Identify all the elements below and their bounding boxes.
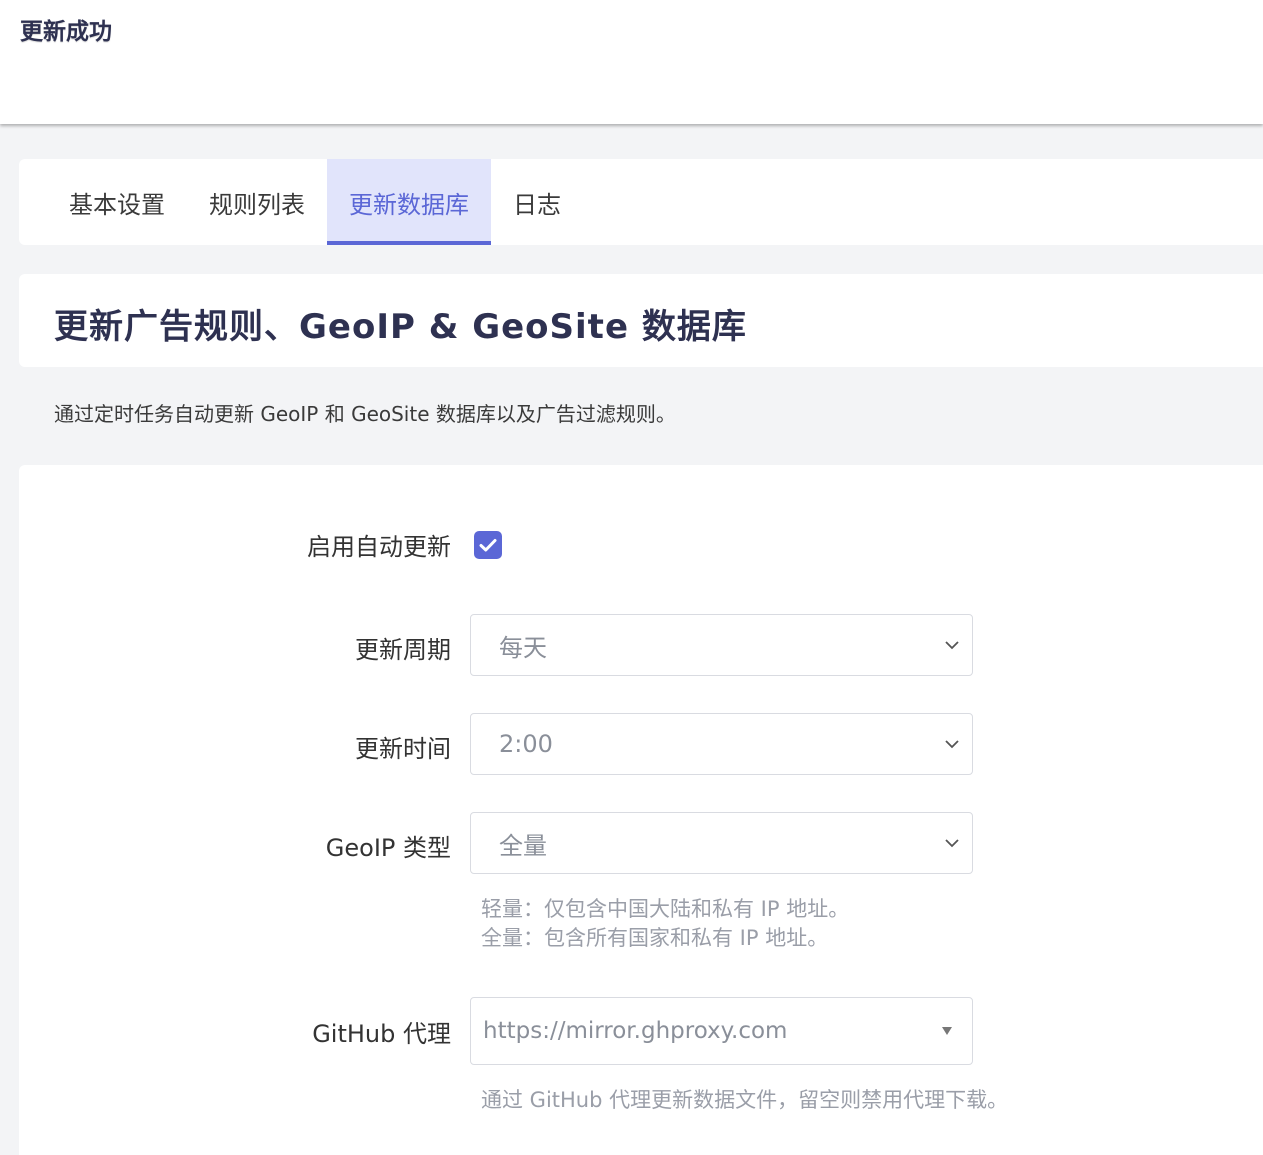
tab-log[interactable]: 日志 [491, 159, 583, 245]
chevron-down-icon [945, 740, 959, 749]
dropdown-triangle-icon[interactable] [942, 1027, 952, 1035]
github-proxy-label: GitHub 代理 [312, 1020, 451, 1048]
section-description: 通过定时任务自动更新 GeoIP 和 GeoSite 数据库以及广告过滤规则。 [54, 402, 676, 426]
top-bar: 更新成功 [0, 0, 1263, 124]
geoip-type-hint-line: 轻量：仅包含中国大陆和私有 IP 地址。 [481, 897, 850, 921]
update-time-value: 2:00 [499, 730, 553, 758]
chevron-down-icon [945, 641, 959, 650]
status-message: 更新成功 [20, 19, 112, 45]
update-cycle-label: 更新周期 [355, 636, 451, 664]
tab-bar: 基本设置 规则列表 更新数据库 日志 [19, 159, 1263, 245]
checkmark-icon [479, 539, 497, 552]
geoip-type-hint: 轻量：仅包含中国大陆和私有 IP 地址。 全量：包含所有国家和私有 IP 地址。 [481, 895, 849, 953]
tab-update-database[interactable]: 更新数据库 [327, 159, 491, 245]
geoip-type-label: GeoIP 类型 [325, 834, 451, 862]
tab-basic-settings[interactable]: 基本设置 [19, 159, 187, 245]
chevron-down-icon [945, 839, 959, 848]
auto-update-label: 启用自动更新 [307, 533, 451, 561]
section-title: 更新广告规则、GeoIP & GeoSite 数据库 [54, 307, 747, 347]
geoip-type-value: 全量 [499, 831, 547, 860]
geoip-type-select[interactable]: 全量 [470, 812, 973, 874]
geoip-type-hint-line: 全量：包含所有国家和私有 IP 地址。 [481, 926, 829, 950]
tab-rule-list[interactable]: 规则列表 [187, 159, 327, 245]
update-time-label: 更新时间 [355, 735, 451, 763]
update-cycle-value: 每天 [499, 633, 547, 662]
github-proxy-hint: 通过 GitHub 代理更新数据文件，留空则禁用代理下载。 [481, 1088, 1009, 1112]
update-cycle-select[interactable]: 每天 [470, 614, 973, 676]
settings-form: 启用自动更新 更新周期 每天 更新时间 2:00 GeoIP 类型 全量 轻量：… [19, 465, 1263, 1155]
auto-update-checkbox[interactable] [474, 531, 502, 559]
github-proxy-combobox[interactable]: https://mirror.ghproxy.com [470, 997, 973, 1065]
github-proxy-value: https://mirror.ghproxy.com [483, 1018, 788, 1044]
update-time-select[interactable]: 2:00 [470, 713, 973, 775]
section-header-card: 更新广告规则、GeoIP & GeoSite 数据库 [19, 274, 1263, 367]
